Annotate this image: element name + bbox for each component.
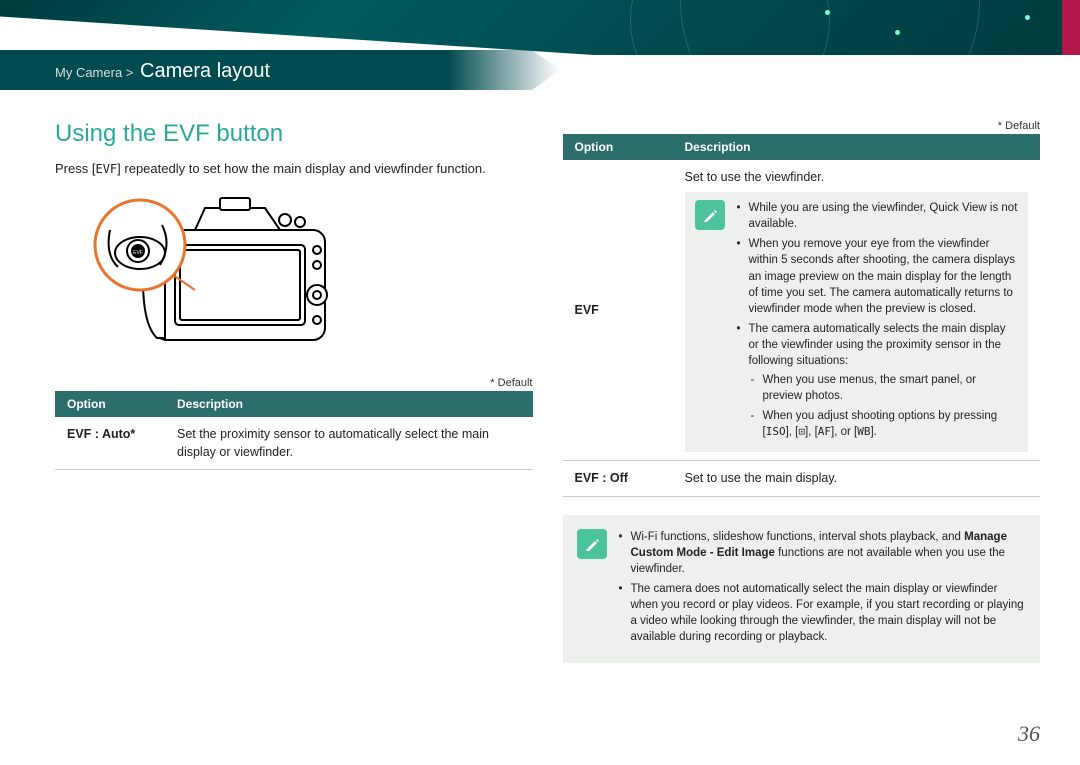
breadcrumb-current: Camera layout [140, 60, 270, 82]
table-row: EVF Set to use the viewfinder. While you… [563, 160, 1041, 461]
t: ], [ [786, 426, 799, 438]
note-bullet: While you are using the viewfinder, Quic… [735, 200, 1019, 232]
evf-button-label: EVF [95, 161, 117, 178]
note-bullet: The camera does not automatically select… [617, 581, 1025, 645]
options-table-right: Option Description EVF Set to use the vi… [563, 134, 1041, 497]
note-icon [695, 200, 725, 230]
intro-text: Press [EVF] repeatedly to set how the ma… [55, 160, 533, 178]
bottom-note-list: Wi-Fi functions, slideshow functions, in… [617, 529, 1025, 650]
intro-suffix: ] repeatedly to set how the main display… [117, 161, 486, 176]
desc-evf: Set to use the viewfinder. While you are… [673, 160, 1041, 461]
th-description: Description [165, 391, 533, 417]
default-note-left: * Default [55, 377, 533, 389]
left-column: Using the EVF button Press [EVF] repeate… [55, 120, 533, 663]
th-option: Option [55, 391, 165, 417]
page-number: 36 [1018, 721, 1040, 747]
option-evf: EVF [563, 160, 673, 461]
th-description: Description [673, 134, 1041, 160]
th-option: Option [563, 134, 673, 160]
table-row: EVF : Auto* Set the proximity sensor to … [55, 417, 533, 470]
t: ], [ [805, 426, 818, 438]
iso-key: ISO [766, 425, 786, 438]
default-note-right: * Default [563, 120, 1041, 132]
wb-key: WB [857, 425, 870, 438]
options-table-left: Option Description EVF : Auto* Set the p… [55, 391, 533, 470]
desc-evf-auto: Set the proximity sensor to automaticall… [165, 417, 533, 470]
af-key: AF [818, 425, 831, 438]
option-evf-off: EVF : Off [563, 461, 673, 496]
breadcrumb-parent: My Camera > [55, 65, 133, 80]
note-icon [577, 529, 607, 559]
evf-summary: Set to use the viewfinder. [685, 168, 1029, 186]
table-header-row: Option Description [563, 134, 1041, 160]
t: ], or [ [831, 426, 857, 438]
breadcrumb: My Camera > Camera layout [55, 60, 270, 83]
intro-prefix: Press [ [55, 161, 95, 176]
evf-note-box: While you are using the viewfinder, Quic… [685, 192, 1029, 452]
metering-key: ⊡ [798, 425, 805, 438]
header-decoration [0, 0, 1080, 55]
desc-evf-off: Set to use the main display. [673, 461, 1041, 496]
option-evf-auto: EVF : Auto* [55, 417, 165, 470]
note-text: The camera automatically selects the mai… [749, 323, 1006, 367]
note-sub-bullet: When you adjust shooting options by pres… [749, 408, 1019, 440]
right-column: * Default Option Description EVF Set to … [563, 120, 1041, 663]
svg-text:EVF: EVF [133, 250, 143, 256]
table-row: EVF : Off Set to use the main display. [563, 461, 1041, 496]
note-bullet: The camera automatically selects the mai… [735, 321, 1019, 441]
note-bullet: Wi-Fi functions, slideshow functions, in… [617, 529, 1025, 577]
table-header-row: Option Description [55, 391, 533, 417]
t: ]. [870, 426, 876, 438]
bottom-note-box: Wi-Fi functions, slideshow functions, in… [563, 515, 1041, 664]
section-title: Using the EVF button [55, 120, 533, 148]
camera-illustration: EVF [85, 190, 533, 365]
note-sub-bullet: When you use menus, the smart panel, or … [749, 372, 1019, 404]
evf-note-list: While you are using the viewfinder, Quic… [735, 200, 1019, 444]
t: Wi-Fi functions, slideshow functions, in… [631, 531, 965, 543]
note-bullet: When you remove your eye from the viewfi… [735, 236, 1019, 316]
